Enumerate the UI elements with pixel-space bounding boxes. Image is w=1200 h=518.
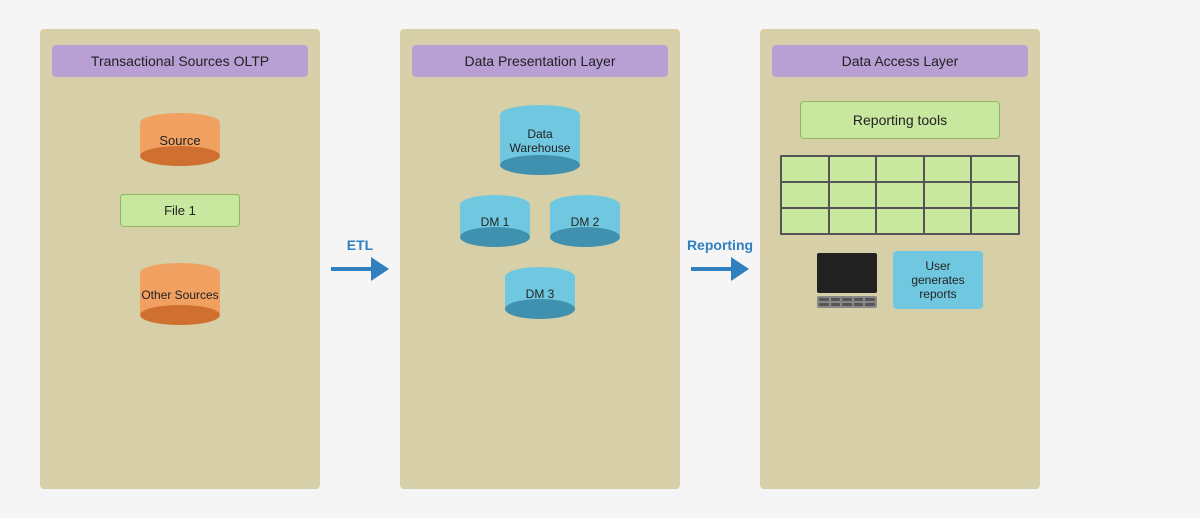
grid-cell-7	[829, 182, 877, 208]
kbd-key	[865, 303, 875, 306]
kbd-key	[819, 303, 829, 306]
warehouse-label: Data Warehouse	[510, 127, 571, 155]
etl-arrow: ETL	[320, 237, 400, 281]
kbd-key	[842, 298, 852, 301]
grid-cell-4	[924, 156, 972, 182]
user-reports-label: User generates reports	[911, 259, 964, 301]
dm1-cyl-bottom	[460, 227, 530, 247]
file1-box: File 1	[120, 194, 240, 227]
dm3-row: DM 3	[412, 267, 668, 319]
grid-table	[780, 155, 1020, 235]
grid-cell-6	[781, 182, 829, 208]
reporting-arrow-shape	[691, 257, 749, 281]
middle-panel-title: Data Presentation Layer	[412, 45, 668, 77]
left-panel-title: Transactional Sources OLTP	[52, 45, 308, 77]
other-cyl-top	[140, 263, 220, 283]
kbd-key	[865, 298, 875, 301]
kbd-key	[854, 303, 864, 306]
other-cyl-bottom	[140, 305, 220, 325]
kbd-key	[854, 298, 864, 301]
grid-cell-5	[971, 156, 1019, 182]
reporting-arrow-line	[691, 267, 731, 271]
kbd-key	[831, 303, 841, 306]
grid-cell-12	[829, 208, 877, 234]
kbd-key	[842, 303, 852, 306]
reporting-tools-box: Reporting tools	[800, 101, 1000, 139]
dm1-cyl-top	[460, 195, 530, 215]
reporting-arrow: Reporting	[680, 237, 760, 281]
grid-cell-1	[781, 156, 829, 182]
grid-cell-15	[971, 208, 1019, 234]
dm2-cyl-bottom	[550, 227, 620, 247]
etl-arrow-head	[371, 257, 389, 281]
dm3-cyl-bottom	[505, 299, 575, 319]
user-reports-box: User generates reports	[893, 251, 983, 309]
left-panel: Transactional Sources OLTP Source File 1…	[40, 29, 320, 489]
etl-arrow-shape	[331, 257, 389, 281]
grid-cell-13	[876, 208, 924, 234]
source-cylinder: Source	[140, 113, 220, 166]
right-panel: Data Access Layer Reporting tools	[760, 29, 1040, 489]
dm3-cyl-top	[505, 267, 575, 287]
grid-cell-2	[829, 156, 877, 182]
grid-cell-3	[876, 156, 924, 182]
diagram-container: Transactional Sources OLTP Source File 1…	[20, 9, 1180, 509]
grid-cell-10	[971, 182, 1019, 208]
dm2-cyl-top	[550, 195, 620, 215]
grid-cell-9	[924, 182, 972, 208]
monitor	[817, 253, 877, 293]
reporting-arrow-head	[731, 257, 749, 281]
other-sources-label: Other Sources	[141, 288, 218, 302]
kbd-key	[831, 298, 841, 301]
kbd-row-1	[819, 298, 875, 301]
warehouse-cyl-top	[500, 105, 580, 125]
right-panel-title: Data Access Layer	[772, 45, 1028, 77]
etl-arrow-line	[331, 267, 371, 271]
dm-row-1: DM 1 DM 2	[412, 195, 668, 247]
grid-cell-8	[876, 182, 924, 208]
source-cyl-top	[140, 113, 220, 133]
keyboard	[817, 296, 877, 308]
grid-cell-11	[781, 208, 829, 234]
other-sources-cylinder: Other Sources	[140, 263, 220, 325]
bottom-area: User generates reports	[772, 251, 1028, 309]
grid-cell-14	[924, 208, 972, 234]
dm1-cylinder: DM 1	[460, 195, 530, 247]
etl-label: ETL	[347, 237, 373, 253]
dm3-cylinder: DM 3	[505, 267, 575, 319]
computer-icon	[817, 253, 877, 308]
dm2-cylinder: DM 2	[550, 195, 620, 247]
warehouse-cylinder: Data Warehouse	[500, 105, 580, 175]
kbd-key	[819, 298, 829, 301]
middle-panel: Data Presentation Layer Data Warehouse D…	[400, 29, 680, 489]
source-cyl-bottom	[140, 146, 220, 166]
warehouse-cyl-bottom	[500, 155, 580, 175]
kbd-row-2	[819, 303, 875, 306]
reporting-label: Reporting	[687, 237, 753, 253]
